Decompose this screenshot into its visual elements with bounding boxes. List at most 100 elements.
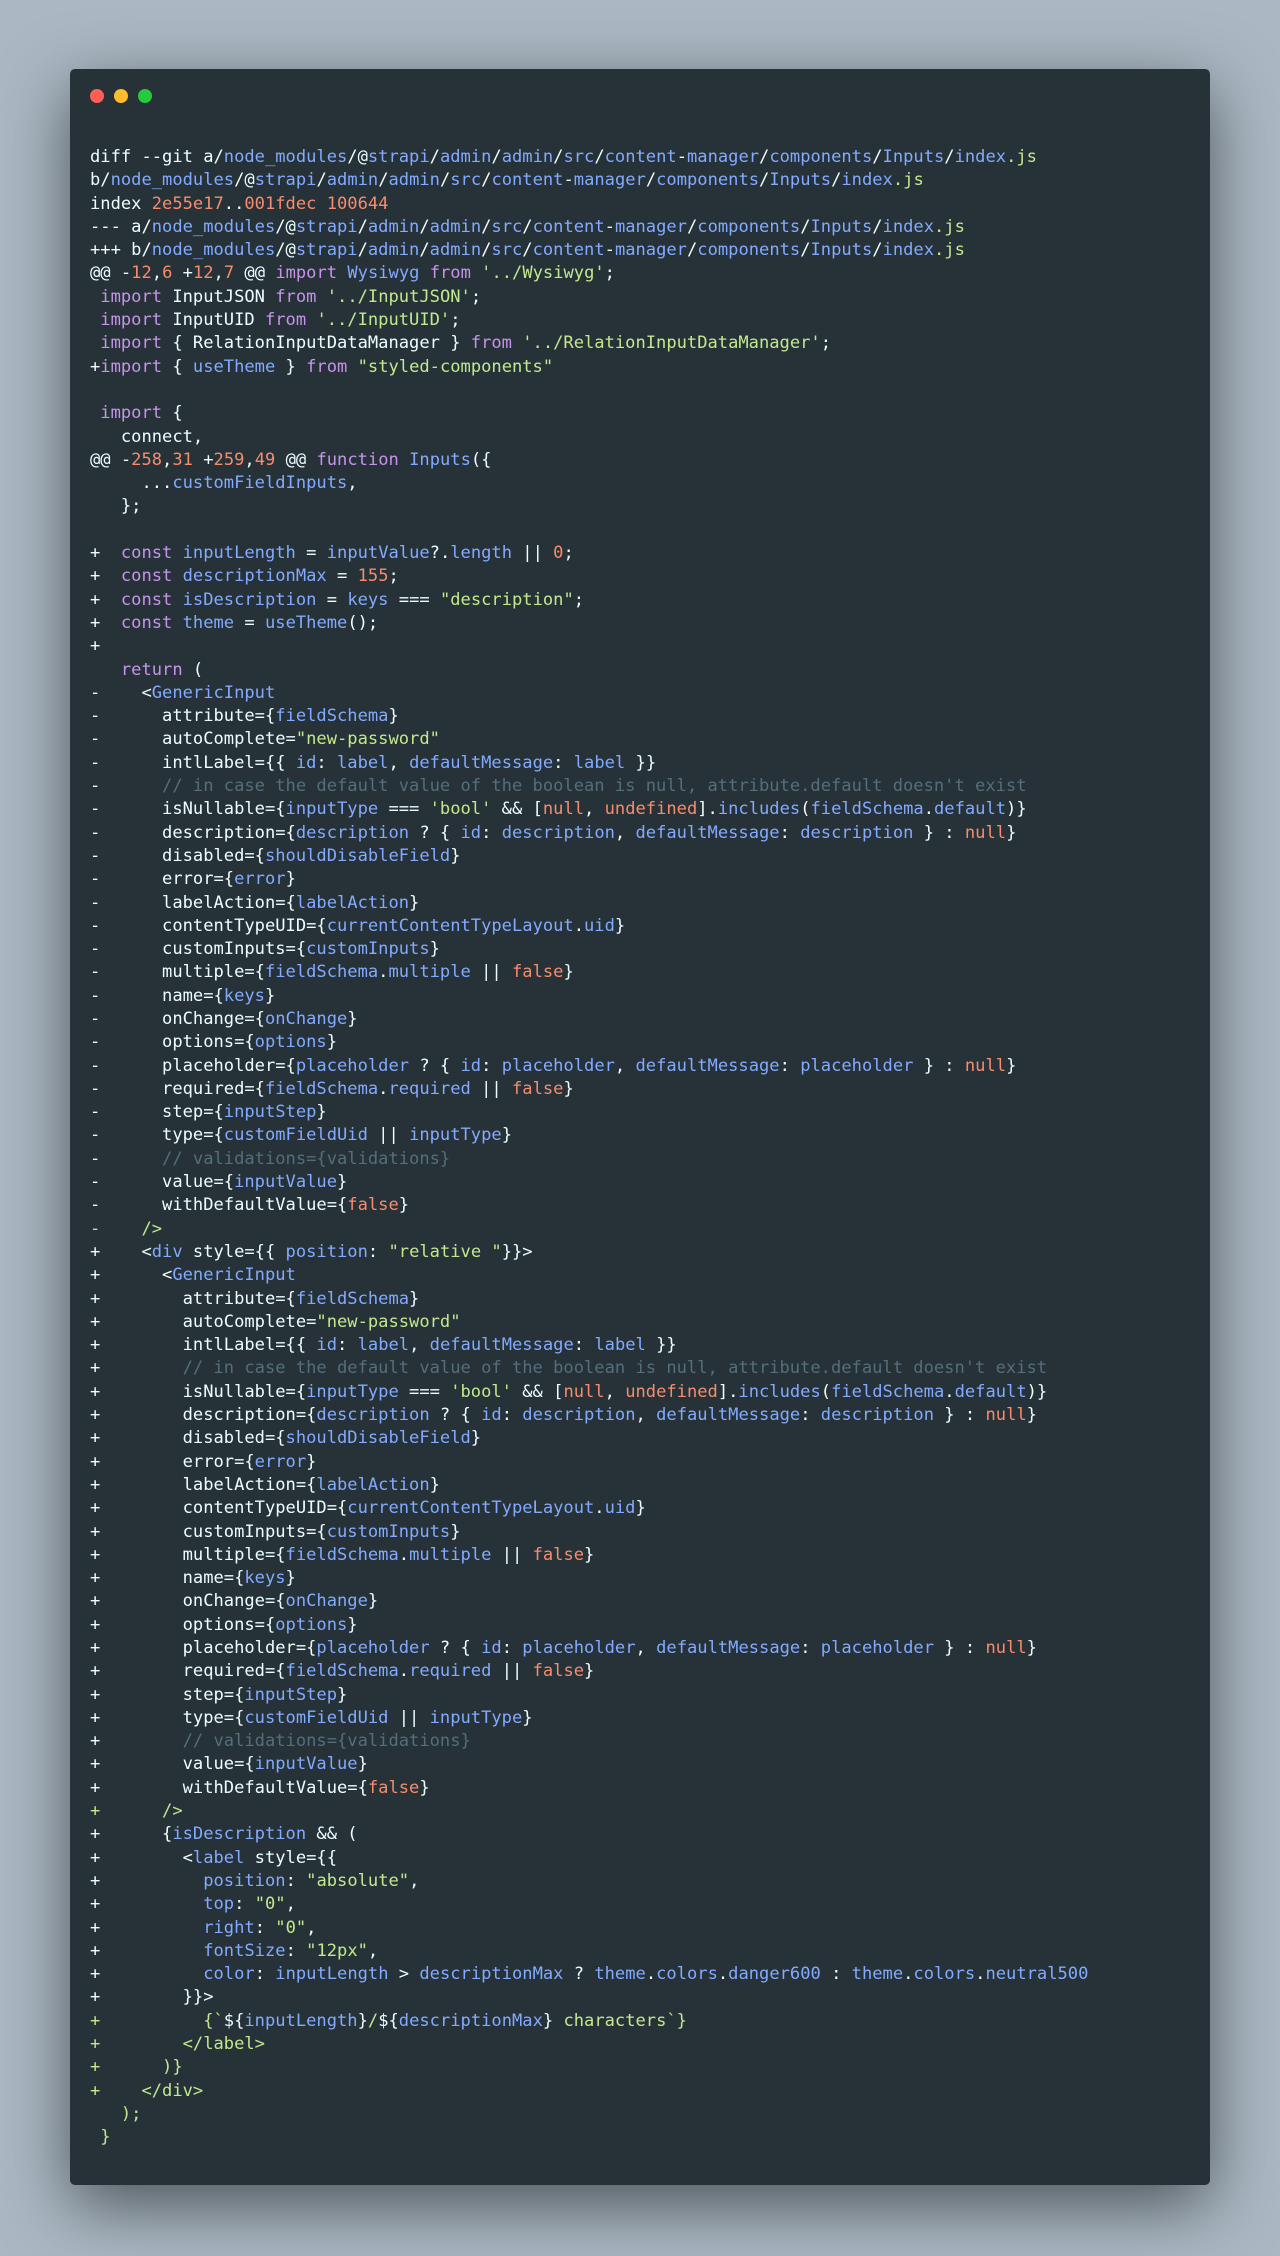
code-token: currentContentTypeLayout xyxy=(347,1498,595,1519)
code-token: } xyxy=(357,2010,368,2031)
code-token: : xyxy=(285,1940,307,1961)
code-token: labelAction xyxy=(316,1474,430,1495)
code-token: content xyxy=(532,240,605,261)
code-line: + attribute={fieldSchema} xyxy=(90,1288,1200,1311)
code-token: 258 xyxy=(131,449,163,470)
code-token: / xyxy=(872,240,883,261)
code-token: customInputs xyxy=(306,939,430,960)
minimize-window-button[interactable] xyxy=(114,89,128,103)
code-token: + name={ xyxy=(90,1568,245,1589)
code-token: admin xyxy=(388,170,440,191)
code-token: . xyxy=(903,1964,914,1985)
code-token: || xyxy=(491,1661,533,1682)
code-token: , xyxy=(635,1638,657,1658)
code-token: . xyxy=(923,799,934,820)
code-token: length xyxy=(450,543,512,564)
code-token: ; xyxy=(563,543,574,564)
code-token: fieldSchema xyxy=(831,1381,945,1402)
code-token: node_modules xyxy=(223,147,348,167)
code-token: onChange xyxy=(285,1591,368,1612)
code-token: required xyxy=(409,1661,492,1682)
code-token: neutral500 xyxy=(985,1964,1089,1985)
code-token: } xyxy=(501,1125,512,1146)
code-token: isDescription xyxy=(182,589,317,610)
code-token: - withDefaultValue={ xyxy=(90,1195,348,1216)
code-token: false xyxy=(511,1078,564,1099)
code-token: + xyxy=(90,1870,204,1891)
code-token: customFieldUid xyxy=(223,1125,368,1146)
code-line: - // validations={validations} xyxy=(90,1148,1200,1171)
code-line: - name={keys} xyxy=(90,985,1200,1008)
code-token: = xyxy=(326,566,358,587)
code-token: - xyxy=(563,170,574,191)
code-token: id xyxy=(295,752,317,773)
code-line: + autoComplete="new-password" xyxy=(90,1311,1200,1334)
close-window-button[interactable] xyxy=(90,89,104,103)
code-token: } xyxy=(450,1521,461,1542)
code-token: - error={ xyxy=(90,869,235,890)
code-token: / xyxy=(439,170,451,191)
code-token: ?. xyxy=(429,543,451,564)
maximize-window-button[interactable] xyxy=(138,89,152,103)
code-line: + onChange={onChange} xyxy=(90,1590,1200,1613)
code-line: + <div style={{ position: "relative "}}> xyxy=(90,1241,1200,1264)
code-token: id xyxy=(481,1405,502,1426)
code-token: (); xyxy=(347,612,379,633)
code-line: - onChange={onChange} xyxy=(90,1008,1200,1031)
code-token: node_modules xyxy=(151,216,276,237)
code-line: - autoComplete="new-password" xyxy=(90,728,1200,751)
code-token: > xyxy=(388,1964,420,1985)
code-token: { xyxy=(162,356,193,377)
code-line: - value={inputValue} xyxy=(90,1171,1200,1194)
code-token: description xyxy=(316,1405,430,1426)
code-token: . xyxy=(398,1544,410,1565)
code-line: + const theme = useTheme(); xyxy=(90,612,1200,635)
code-token: + </div> xyxy=(90,2080,204,2101)
code-token: ? xyxy=(563,1964,595,1985)
code-token: } xyxy=(398,1195,410,1216)
code-line: +import { useTheme } from "styled-compon… xyxy=(90,356,1200,379)
code-token: GenericInput xyxy=(172,1265,296,1286)
code-token: / xyxy=(316,170,327,191)
code-token: currentContentTypeLayout xyxy=(326,915,574,936)
code-token: inputStep xyxy=(244,1684,337,1705)
code-token: description xyxy=(522,1405,636,1426)
code-token: colors xyxy=(913,1964,976,1985)
code-token: || xyxy=(470,962,512,983)
code-token: theme xyxy=(851,1964,904,1985)
code-line: + <GenericInput xyxy=(90,1264,1200,1287)
code-token: uid xyxy=(604,1498,636,1519)
code-token: + customInputs={ xyxy=(90,1521,327,1542)
code-token: , xyxy=(244,449,255,470)
code-token: + )} xyxy=(90,2057,183,2078)
code-token: ); xyxy=(90,2103,142,2124)
code-token: Inputs xyxy=(409,449,471,470)
code-token: defaultMessage xyxy=(656,1405,801,1426)
code-token: function xyxy=(316,449,399,470)
code-token: defaultMessage xyxy=(635,822,780,843)
code-token: + withDefaultValue={ xyxy=(90,1777,368,1798)
code-line: + const descriptionMax = 155; xyxy=(90,565,1200,588)
code-line: + // in case the default value of the bo… xyxy=(90,1357,1200,1380)
code-token: } xyxy=(522,1707,533,1728)
code-token: 0 xyxy=(553,543,564,564)
code-token: from xyxy=(275,286,317,307)
code-token: manager xyxy=(686,147,760,167)
code-token: + }}> xyxy=(90,1987,214,2008)
code-token: 12 xyxy=(192,263,214,284)
code-token: + xyxy=(90,356,101,377)
code-token: import xyxy=(100,333,163,354)
code-token: inputType xyxy=(285,799,379,820)
code-line: + )} xyxy=(90,2056,1200,2079)
code-token: --- a/ xyxy=(90,216,152,237)
code-token: / xyxy=(686,240,698,261)
code-line: + placeholder={placeholder ? { id: place… xyxy=(90,1637,1200,1660)
code-token: keys xyxy=(223,985,265,1006)
code-token: descriptionMax xyxy=(398,2010,543,2031)
code-token: /@ xyxy=(347,147,368,167)
code-line: - multiple={fieldSchema.multiple || fals… xyxy=(90,961,1200,984)
code-token: / xyxy=(594,147,605,167)
code-token: src xyxy=(491,240,523,261)
